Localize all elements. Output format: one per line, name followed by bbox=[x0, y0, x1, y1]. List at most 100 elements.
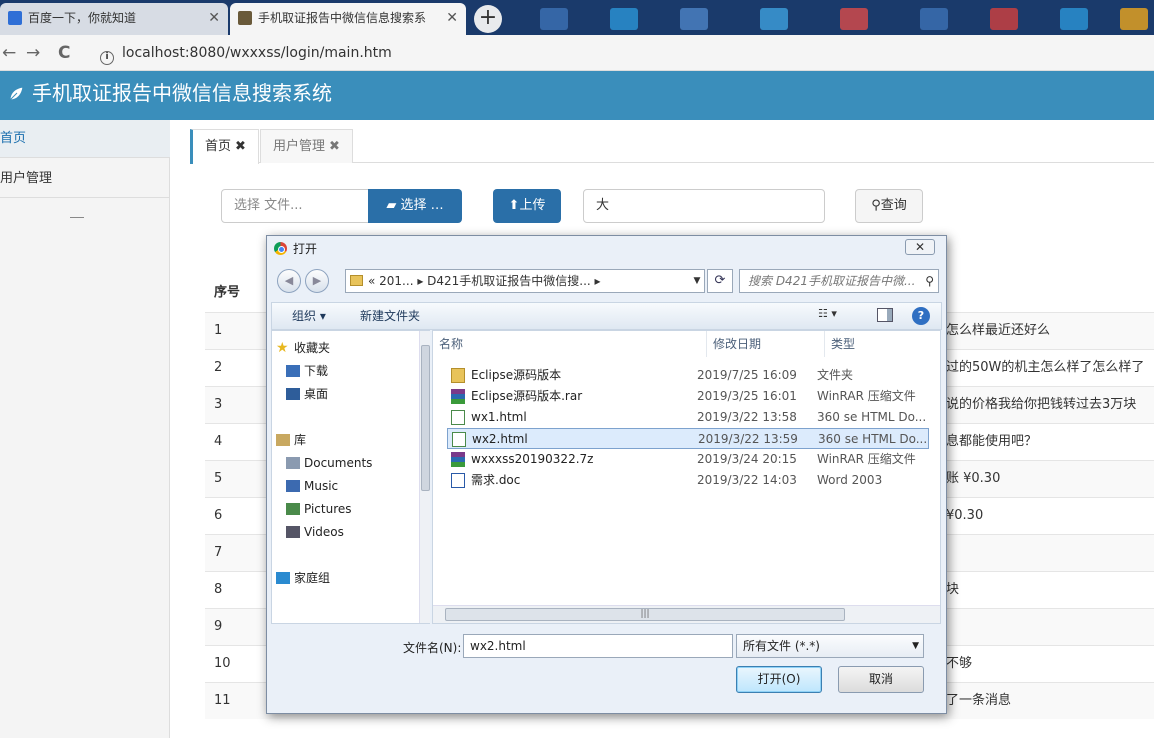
row-number: 3 bbox=[214, 397, 223, 412]
file-name: 需求.doc bbox=[471, 473, 521, 487]
sidebar-collapse-handle[interactable] bbox=[70, 217, 84, 218]
file-row[interactable]: wxxxss20190322.7z 2019/3/24 20:15 WinRAR 压… bbox=[447, 449, 929, 470]
app-header: 手机取证报告中微信信息搜索系统 bbox=[0, 71, 1154, 120]
row-number: 8 bbox=[214, 582, 223, 597]
file-date: 2019/3/22 14:03 bbox=[697, 473, 797, 487]
url-text: localhost:8080/wxxxss/login/main.htm bbox=[122, 45, 392, 61]
taskbar-thumbnail-icon bbox=[1120, 8, 1148, 30]
download-folder-icon bbox=[286, 365, 300, 377]
breadcrumb-dropdown-icon[interactable]: ▼ bbox=[689, 269, 705, 293]
chevron-down-icon: ▼ bbox=[912, 641, 919, 651]
open-button[interactable]: 打开(O) bbox=[736, 666, 822, 693]
dialog-search-input[interactable]: 搜索 D421手机取证报告中微... ⚲ bbox=[739, 269, 939, 293]
library-icon bbox=[276, 434, 290, 446]
file-row[interactable]: Eclipse源码版本.rar 2019/3/25 16:01 WinRAR 压缩文… bbox=[447, 386, 929, 407]
back-arrow-icon[interactable]: ← bbox=[2, 43, 16, 63]
file-list-hscrollbar[interactable]: ||| bbox=[433, 605, 940, 623]
nav-item[interactable]: Music bbox=[272, 475, 412, 497]
view-options-icon[interactable]: ☷ ▾ bbox=[818, 307, 837, 320]
tab-home[interactable]: 首页 ✖ bbox=[190, 129, 259, 164]
taskbar-thumbnail-icon bbox=[540, 8, 568, 30]
taskbar-thumbnail-icon bbox=[920, 8, 948, 30]
forward-arrow-icon[interactable]: → bbox=[26, 43, 40, 63]
nav-pane-scrollbar[interactable] bbox=[419, 331, 430, 623]
sidebar-item-home[interactable]: 首页 bbox=[0, 120, 170, 158]
nav-item[interactable]: 下载 bbox=[272, 360, 412, 382]
preview-pane-icon[interactable] bbox=[877, 308, 893, 322]
upload-button[interactable]: ⬆上传 bbox=[493, 189, 561, 223]
info-icon[interactable]: i bbox=[100, 51, 114, 65]
html-file-icon bbox=[451, 410, 465, 425]
file-open-dialog: 打开 ✕ ◀ ▶ « 201... ▸ D421手机取证报告中微信搜... ▸ … bbox=[266, 235, 947, 714]
cancel-button[interactable]: 取消 bbox=[838, 666, 924, 693]
file-row[interactable]: 需求.doc 2019/3/22 14:03 Word 2003 bbox=[447, 470, 929, 491]
close-tab-icon[interactable]: ✖ bbox=[329, 139, 340, 154]
column-header-date[interactable]: 修改日期 bbox=[707, 331, 825, 357]
browser-tab-strip: 百度一下，你就知道 ✕ 手机取证报告中微信信息搜索系 ✕ + bbox=[0, 0, 1154, 35]
nav-item[interactable]: 桌面 bbox=[272, 383, 412, 405]
file-path-input[interactable]: 选择 文件... bbox=[221, 189, 371, 223]
nav-item[interactable]: Documents bbox=[272, 452, 412, 474]
scrollbar-thumb[interactable]: ||| bbox=[445, 608, 845, 621]
choose-file-label: 选择 … bbox=[400, 198, 444, 213]
file-row[interactable]: wx2.html 2019/3/22 13:59 360 se HTML Do... bbox=[447, 428, 929, 449]
row-number: 10 bbox=[214, 656, 231, 671]
app-title: 手机取证报告中微信信息搜索系统 bbox=[32, 81, 332, 105]
column-header-name[interactable]: 名称 bbox=[433, 331, 707, 357]
file-date: 2019/3/22 13:59 bbox=[698, 432, 798, 446]
breadcrumb[interactable]: « 201... ▸ D421手机取证报告中微信搜... ▸ bbox=[345, 269, 705, 293]
file-row[interactable]: wx1.html 2019/3/22 13:58 360 se HTML Do... bbox=[447, 407, 929, 428]
nav-item[interactable]: 库 bbox=[272, 429, 412, 451]
sidebar-item-user-management[interactable]: 用户管理 bbox=[0, 160, 170, 198]
upload-label: 上传 bbox=[519, 198, 546, 213]
file-date: 2019/3/25 16:01 bbox=[697, 389, 797, 403]
browser-tab-baidu[interactable]: 百度一下，你就知道 ✕ bbox=[0, 3, 228, 35]
file-type: 文件夹 bbox=[817, 368, 854, 382]
scrollbar-thumb[interactable] bbox=[421, 345, 430, 491]
homegroup-icon bbox=[276, 572, 290, 584]
close-tab-icon[interactable]: ✕ bbox=[208, 3, 220, 33]
nav-item-label: Music bbox=[304, 479, 339, 493]
reload-icon[interactable]: C bbox=[58, 43, 70, 63]
browser-tab-app[interactable]: 手机取证报告中微信信息搜索系 ✕ bbox=[230, 3, 466, 35]
winrar-icon bbox=[451, 389, 465, 404]
search-input[interactable]: 大 bbox=[583, 189, 825, 223]
nav-item-label: 库 bbox=[294, 433, 307, 447]
filetype-select[interactable]: 所有文件 (*.*) ▼ bbox=[736, 634, 924, 658]
row-number: 1 bbox=[214, 323, 223, 338]
dialog-forward-button[interactable]: ▶ bbox=[305, 269, 329, 293]
row-number: 9 bbox=[214, 619, 223, 634]
new-tab-button[interactable]: + bbox=[474, 5, 502, 33]
filetype-value: 所有文件 (*.*) bbox=[743, 639, 820, 653]
taskbar-thumbnail-icon bbox=[990, 8, 1018, 30]
help-icon[interactable]: ? bbox=[912, 307, 930, 325]
file-row[interactable]: Eclipse源码版本 2019/7/25 16:09 文件夹 bbox=[447, 365, 929, 386]
file-type: 360 se HTML Do... bbox=[817, 410, 927, 424]
organize-menu[interactable]: 组织 ▾ bbox=[292, 303, 326, 329]
choose-file-button[interactable]: ▰ 选择 … bbox=[368, 189, 462, 223]
nav-item[interactable]: Videos bbox=[272, 521, 412, 543]
tab-user-management[interactable]: 用户管理 ✖ bbox=[260, 129, 353, 163]
column-header-type[interactable]: 类型 bbox=[825, 331, 940, 357]
filename-input[interactable]: wx2.html bbox=[463, 634, 733, 658]
tab-label: 用户管理 bbox=[273, 139, 326, 154]
nav-item[interactable]: ★ 收藏夹 bbox=[272, 337, 412, 359]
query-button[interactable]: ⚲查询 bbox=[855, 189, 923, 223]
nav-item[interactable]: Pictures bbox=[272, 498, 412, 520]
file-date: 2019/7/25 16:09 bbox=[697, 368, 797, 382]
row-content: 说的价格我给你把钱转过去3万块 bbox=[946, 397, 1137, 412]
refresh-button[interactable]: ⟳ bbox=[707, 269, 733, 293]
dialog-close-button[interactable]: ✕ bbox=[905, 239, 935, 255]
row-content: 不够 bbox=[946, 656, 973, 671]
new-folder-button[interactable]: 新建文件夹 bbox=[360, 303, 420, 329]
url-field[interactable]: i localhost:8080/wxxxss/login/main.htm bbox=[100, 40, 800, 66]
taskbar-thumbnail-icon bbox=[760, 8, 788, 30]
file-name: wx2.html bbox=[472, 432, 528, 446]
close-tab-icon[interactable]: ✖ bbox=[235, 139, 246, 154]
column-header-no: 序号 bbox=[214, 285, 241, 300]
close-tab-icon[interactable]: ✕ bbox=[446, 3, 458, 33]
dialog-back-button[interactable]: ◀ bbox=[277, 269, 301, 293]
nav-item-label: Pictures bbox=[304, 502, 352, 516]
nav-item[interactable]: 家庭组 bbox=[272, 567, 412, 589]
breadcrumb-text: « 201... ▸ D421手机取证报告中微信搜... ▸ bbox=[368, 274, 601, 288]
